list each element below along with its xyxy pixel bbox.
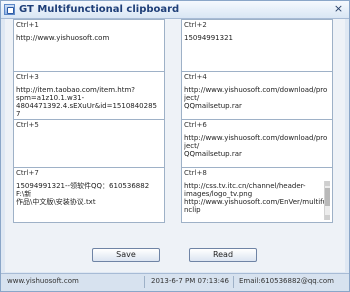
clipboard-slot-8[interactable]: Ctrl+8 http://css.tv.itc.cn/channel/head… bbox=[181, 167, 333, 223]
slot-label: Ctrl+5 bbox=[16, 121, 39, 129]
slot-label: Ctrl+3 bbox=[16, 73, 39, 81]
close-button[interactable]: × bbox=[332, 3, 345, 15]
status-website: www.yishuosoft.com bbox=[7, 277, 79, 285]
status-divider bbox=[144, 276, 145, 288]
slot-label: Ctrl+1 bbox=[16, 21, 39, 29]
slot-label: Ctrl+6 bbox=[184, 121, 207, 129]
slot-label: Ctrl+4 bbox=[184, 73, 207, 81]
slot-label: Ctrl+7 bbox=[16, 169, 39, 177]
app-window: GT Multifunctional clipboard × Ctrl+1 ht… bbox=[0, 0, 350, 292]
scrollbar[interactable] bbox=[324, 181, 330, 220]
clipboard-slot-1[interactable]: Ctrl+1 http://www.yishuosoft.com bbox=[13, 19, 165, 75]
slot-text[interactable]: 15094991321 bbox=[184, 34, 329, 73]
status-email: Email:610536882@qq.com bbox=[239, 277, 334, 285]
slot-text[interactable]: http://css.tv.itc.cn/channel/header- ima… bbox=[184, 182, 329, 221]
slot-text[interactable]: http://www.yishuosoft.com bbox=[16, 34, 161, 73]
save-button[interactable]: Save bbox=[92, 248, 160, 262]
clipboard-icon bbox=[4, 4, 15, 15]
slot-label: Ctrl+8 bbox=[184, 169, 207, 177]
scroll-up-button[interactable] bbox=[325, 181, 330, 186]
slot-text[interactable]: 15094991321--领软件QQ：610536882F:\新 作品\中文版\… bbox=[16, 182, 161, 221]
status-divider bbox=[233, 276, 234, 288]
window-title: GT Multifunctional clipboard bbox=[19, 4, 180, 15]
status-datetime: 2013-6-7 PM 07:13:46 bbox=[151, 277, 229, 285]
scroll-down-button[interactable] bbox=[325, 215, 330, 220]
status-bar: www.yishuosoft.com 2013-6-7 PM 07:13:46 … bbox=[1, 273, 349, 291]
read-button[interactable]: Read bbox=[189, 248, 257, 262]
slot-label: Ctrl+2 bbox=[184, 21, 207, 29]
clipboard-slot-7[interactable]: Ctrl+7 15094991321--领软件QQ：610536882F:\新 … bbox=[13, 167, 165, 223]
content-area: Ctrl+1 http://www.yishuosoft.com Ctrl+2 … bbox=[5, 19, 345, 272]
scroll-thumb[interactable] bbox=[325, 188, 330, 206]
title-bar: GT Multifunctional clipboard × bbox=[1, 1, 349, 19]
clipboard-slot-2[interactable]: Ctrl+2 15094991321 bbox=[181, 19, 333, 75]
